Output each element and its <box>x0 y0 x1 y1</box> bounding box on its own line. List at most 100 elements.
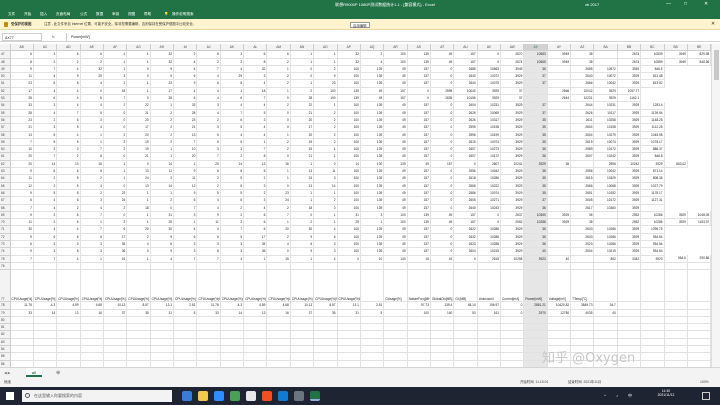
table-cell[interactable]: 23 <box>173 116 198 125</box>
table-cell[interactable]: 1 <box>313 145 338 154</box>
table-cell[interactable]: 49 <box>383 196 408 205</box>
table-cell[interactable]: 0 <box>103 109 128 117</box>
table-cell[interactable]: 0 <box>266 182 291 190</box>
table-cell[interactable]: 2 <box>243 189 268 198</box>
column-header[interactable]: AM <box>266 44 291 52</box>
table-cell[interactable]: 157 <box>407 152 431 161</box>
table-cell[interactable]: 4 <box>56 101 81 110</box>
table-cell[interactable] <box>500 352 525 361</box>
table-cell[interactable]: 1 <box>290 58 315 66</box>
table-cell[interactable]: 0 <box>313 204 338 212</box>
table-cell[interactable] <box>687 360 711 367</box>
table-cell[interactable]: 1 <box>103 58 128 66</box>
table-cell[interactable]: 139 <box>360 131 385 139</box>
table-cell[interactable]: 1 <box>266 218 291 227</box>
table-cell[interactable]: 157 <box>407 79 431 88</box>
table-cell[interactable]: 4 <box>220 255 245 263</box>
table-cell[interactable]: 10286 <box>640 218 665 227</box>
table-cell[interactable]: 2556 <box>453 167 478 176</box>
table-cell[interactable]: 11 <box>10 174 34 183</box>
enable-editing-button[interactable]: 启用编辑 <box>350 22 370 28</box>
table-cell[interactable]: 23 <box>10 116 34 125</box>
table-cell[interactable]: 2640 <box>453 204 478 212</box>
table-cell[interactable] <box>430 345 455 354</box>
table-cell[interactable]: 100 <box>337 247 361 256</box>
cell-table[interactable]: AB AC AD AE AF AG AH AI AJ AK AL AM AN AO AP AQ AR AS AT AU… <box>0 44 711 367</box>
table-cell[interactable]: 3 <box>33 145 58 154</box>
name-box[interactable]: AX77 <box>2 33 42 41</box>
table-cell[interactable]: 10286 <box>593 225 618 234</box>
table-cell[interactable]: 2633 <box>570 233 595 242</box>
table-cell[interactable]: 22 <box>290 101 315 110</box>
ribbon-tab-view[interactable]: 视图 <box>128 9 135 19</box>
table-cell[interactable]: 0 <box>430 167 455 176</box>
table-cell[interactable]: 4 <box>33 72 58 81</box>
table-cell[interactable]: 2 <box>103 79 128 88</box>
table-cell[interactable]: 20 <box>173 152 198 161</box>
table-cell[interactable]: 6 <box>10 240 34 249</box>
table-cell[interactable]: 3949 <box>547 58 572 66</box>
table-cell[interactable] <box>547 145 572 154</box>
table-cell[interactable]: 5 <box>220 138 245 147</box>
table-cell[interactable] <box>56 352 81 361</box>
table-cell[interactable]: 100 <box>337 79 361 88</box>
table-cell[interactable]: 10243 <box>477 204 502 212</box>
table-cell[interactable] <box>290 338 315 347</box>
table-cell[interactable]: 32 <box>150 58 175 66</box>
table-cell[interactable]: 11 <box>196 218 221 227</box>
table-cell[interactable]: 5 <box>220 233 245 242</box>
table-cell[interactable]: 10258 <box>593 116 618 125</box>
table-cell[interactable] <box>360 330 385 339</box>
table-cell[interactable] <box>593 218 618 227</box>
table-cell[interactable]: 1 <box>290 255 315 263</box>
table-cell[interactable]: 4 <box>243 79 268 88</box>
table-cell[interactable]: 139 <box>337 94 361 103</box>
table-cell[interactable] <box>570 160 595 169</box>
table-cell[interactable] <box>453 345 478 354</box>
table-cell[interactable] <box>383 352 408 361</box>
ribbon-tab-review[interactable]: 审阅 <box>112 9 119 19</box>
table-cell[interactable]: 3 <box>80 116 104 125</box>
table-cell[interactable] <box>547 338 572 347</box>
table-cell[interactable]: 15 <box>103 255 128 263</box>
table-cell[interactable]: 49 <box>383 167 408 176</box>
table-cell[interactable]: 10172 <box>593 145 618 154</box>
table-cell[interactable]: 0 <box>150 204 175 212</box>
table-cell[interactable]: 36 <box>523 145 548 154</box>
table-cell[interactable]: 8 <box>196 247 221 256</box>
table-cell[interactable] <box>640 269 665 303</box>
table-cell[interactable]: 14 <box>220 309 245 317</box>
table-cell[interactable]: 2861.21 <box>523 301 548 310</box>
table-cell[interactable]: 10072 <box>477 72 502 81</box>
table-cell[interactable]: 36 <box>103 247 128 256</box>
table-cell[interactable] <box>126 262 151 271</box>
table-cell[interactable]: 863.02 <box>664 160 688 169</box>
table-cell[interactable]: 2611 <box>570 116 595 125</box>
table-cell[interactable]: 10040 <box>453 87 478 96</box>
table-cell[interactable]: 8 <box>80 152 104 161</box>
table-cell[interactable]: 10663 <box>477 65 502 74</box>
table-cell[interactable]: 3 <box>220 50 245 59</box>
table-cell[interactable]: 2618 <box>453 174 478 183</box>
table-cell[interactable] <box>523 330 548 339</box>
table-cell[interactable]: 3 <box>56 145 81 154</box>
table-cell[interactable] <box>196 352 221 361</box>
table-cell[interactable]: 2 <box>313 109 338 117</box>
table-cell[interactable] <box>500 330 525 339</box>
table-cell[interactable]: 4 <box>80 123 104 132</box>
table-cell[interactable]: 139 <box>360 204 385 212</box>
table-cell[interactable]: 3929 <box>617 189 642 198</box>
table-cell[interactable]: 9 <box>10 233 34 242</box>
table-cell[interactable] <box>266 352 291 361</box>
table-cell[interactable]: 9 <box>150 247 175 256</box>
table-cell[interactable]: 2615 <box>570 138 595 147</box>
table-cell[interactable]: 156.97 <box>477 301 502 310</box>
table-cell[interactable] <box>430 323 455 332</box>
table-cell[interactable] <box>664 269 688 303</box>
table-cell[interactable]: 10286 <box>593 240 618 249</box>
table-cell[interactable]: 13.1 <box>150 301 175 310</box>
table-cell[interactable]: 29 <box>337 218 361 227</box>
table-cell[interactable]: 100 <box>313 87 338 96</box>
table-cell[interactable] <box>196 338 221 347</box>
table-cell[interactable]: 6 <box>173 94 198 103</box>
